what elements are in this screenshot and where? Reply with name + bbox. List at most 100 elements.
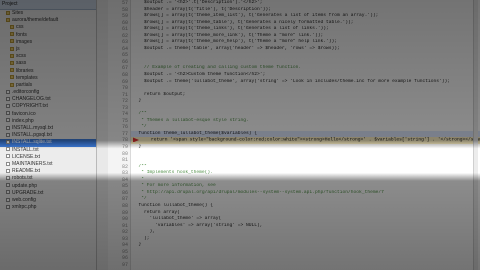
tree-item-label: INSTALL.sqlite.txt [12, 139, 52, 146]
tree-folder-item[interactable]: css [0, 24, 96, 31]
code-line[interactable] [131, 262, 480, 269]
file-icon [6, 118, 10, 123]
tree-item-label: web.config [12, 196, 36, 203]
code-text: function lullabot_theme() { [133, 202, 213, 208]
tree-folder-item[interactable]: images [0, 39, 96, 46]
tree-file-item[interactable]: INSTALL.mysql.txt [0, 125, 96, 132]
file-icon [6, 125, 10, 130]
folder-icon [10, 82, 14, 87]
tree-folder-item[interactable]: fonts [0, 32, 96, 39]
tree-file-item[interactable]: MAINTAINERS.txt [0, 161, 96, 168]
tree-file-item[interactable]: LICENSE.txt [0, 154, 96, 161]
tree-item-label: fonts [16, 31, 27, 38]
code-text: $output .= '<h2>'.t('Description').'</h2… [133, 0, 263, 5]
editor-scrollbar[interactable] [473, 0, 478, 270]
code-text: $output .= '<h2>Custom theme function</h… [133, 72, 266, 78]
tree-file-item[interactable]: COPYRIGHT.txt [0, 103, 96, 110]
project-tree-items: Sites aurora/theme/default css fonts images j… [0, 10, 96, 211]
tree-folder-item[interactable]: sass [0, 60, 96, 67]
tree-item-label: MAINTAINERS.txt [12, 160, 53, 167]
tree-item-label: templates [16, 74, 38, 81]
tree-item-label: css [16, 24, 24, 31]
folder-icon [10, 68, 14, 73]
folder-icon [6, 17, 10, 22]
file-icon [6, 204, 10, 209]
tree-item-label: aurora/theme/default [12, 17, 59, 24]
code-text: $header = array(t('Title'), t('Descripti… [133, 6, 271, 12]
tree-file-item[interactable]: INSTALL.pgsql.txt [0, 132, 96, 139]
code-text: * For more information, see [133, 183, 216, 189]
code-text: * [133, 176, 145, 182]
file-icon [6, 140, 10, 145]
tree-item-label: Sites [12, 10, 24, 16]
tree-file-item[interactable]: update.php [0, 183, 96, 190]
folder-icon [10, 60, 14, 65]
code-line[interactable]: return '<span style="background-color:re… [131, 137, 480, 145]
line-numbers: 57 58 59 60 61 62 63 64 65 66 67 68 69 70 71 72 73 74 75 76… [108, 0, 131, 270]
tree-file-item[interactable]: favicon.ico [0, 111, 96, 118]
tree-file-item[interactable]: xmlrpc.php [0, 204, 96, 211]
tree-item-label: scss [16, 53, 26, 60]
code-text: /** [133, 111, 147, 117]
code-text: return '<span style="background-color:re… [140, 138, 480, 144]
tree-item-label: COPYRIGHT.txt [12, 103, 48, 110]
tree-item-label: INSTALL.txt [12, 146, 39, 153]
tree-item-label: update.php [12, 182, 38, 189]
code-editor[interactable]: $output .= '<h2>'.t('Description').'</h2… [131, 0, 480, 270]
code-text: 'variables' => array('string' => NULL), [133, 222, 263, 228]
code-text: $output .= theme('table', array('header'… [133, 45, 340, 51]
code-text: function theme_lullabot_theme($variables… [133, 130, 258, 136]
tree-file-item[interactable]: INSTALL.txt [0, 147, 96, 154]
tree-file-item[interactable]: README.txt [0, 168, 96, 175]
project-tree-header: Project [0, 0, 96, 10]
tree-file-item[interactable]: index.php [0, 118, 96, 125]
file-icon [6, 104, 10, 109]
project-tree: Project Sites aurora/theme/default css font… [0, 0, 97, 270]
tree-folder-item[interactable]: scss [0, 53, 96, 60]
folder-icon [10, 39, 14, 44]
code-text: ), [133, 229, 156, 235]
tree-folder-item[interactable]: libraries [0, 68, 96, 75]
tree-item-label: xmlrpc.php [12, 204, 37, 211]
tree-file-item[interactable]: UPGRADE.txt [0, 190, 96, 197]
folder-icon [10, 75, 14, 80]
folder-icon [10, 53, 14, 58]
code-text: return array( [133, 209, 180, 215]
folder-icon [6, 10, 10, 15]
tree-file-item[interactable]: web.config [0, 197, 96, 204]
tree-file-item[interactable]: CHANGELOG.txt [0, 96, 96, 103]
code-text: $rows[] = array(t('theme_more_link'), t(… [133, 32, 324, 38]
tree-folder-item[interactable]: templates [0, 75, 96, 82]
tree-item-label: libraries [16, 67, 34, 74]
tree-item-label: INSTALL.mysql.txt [12, 125, 54, 131]
tree-folder-item[interactable]: Sites [0, 10, 96, 17]
tree-item-label: .editorconfig [12, 89, 40, 96]
tree-item-label: partials [16, 81, 33, 88]
tree-folder-item[interactable]: js [0, 46, 96, 53]
code-line[interactable]: $output .= theme('lullabot_theme', array… [131, 79, 480, 86]
tree-folder-item[interactable]: aurora/theme/default [0, 17, 96, 24]
tree-folder-item[interactable]: partials [0, 82, 96, 89]
code-text: $rows[] = array(t('theme_links'), t('Gen… [133, 26, 329, 32]
tree-item-label: js [16, 45, 20, 52]
code-text: $rows[] = array(t('theme_more_help'), t(… [133, 39, 337, 45]
folder-icon [10, 32, 14, 37]
tree-item-label: LICENSE.txt [12, 153, 41, 160]
tree-file-item[interactable]: INSTALL.sqlite.txt [0, 139, 96, 147]
file-icon [6, 89, 10, 94]
line-number: 97 [121, 261, 128, 268]
code-text: // Example of creating and calling custo… [133, 65, 302, 71]
code-text: */ [133, 196, 147, 202]
tree-file-item[interactable]: .editorconfig [0, 89, 96, 96]
code-text: * http://api.drupal.org/api/drupal/modul… [133, 189, 384, 195]
error-marker-icon [133, 137, 139, 143]
file-icon [6, 168, 10, 173]
code-text: $rows[] = array(t('theme_item_list'), t(… [133, 13, 379, 19]
file-icon [6, 175, 10, 180]
code-text: } [133, 144, 142, 150]
tree-file-item[interactable]: robots.txt [0, 175, 96, 182]
file-icon [6, 147, 10, 152]
code-text: $output .= theme('lullabot_theme', array… [133, 78, 451, 84]
tree-item-label: robots.txt [12, 175, 33, 182]
folder-icon [10, 46, 14, 51]
